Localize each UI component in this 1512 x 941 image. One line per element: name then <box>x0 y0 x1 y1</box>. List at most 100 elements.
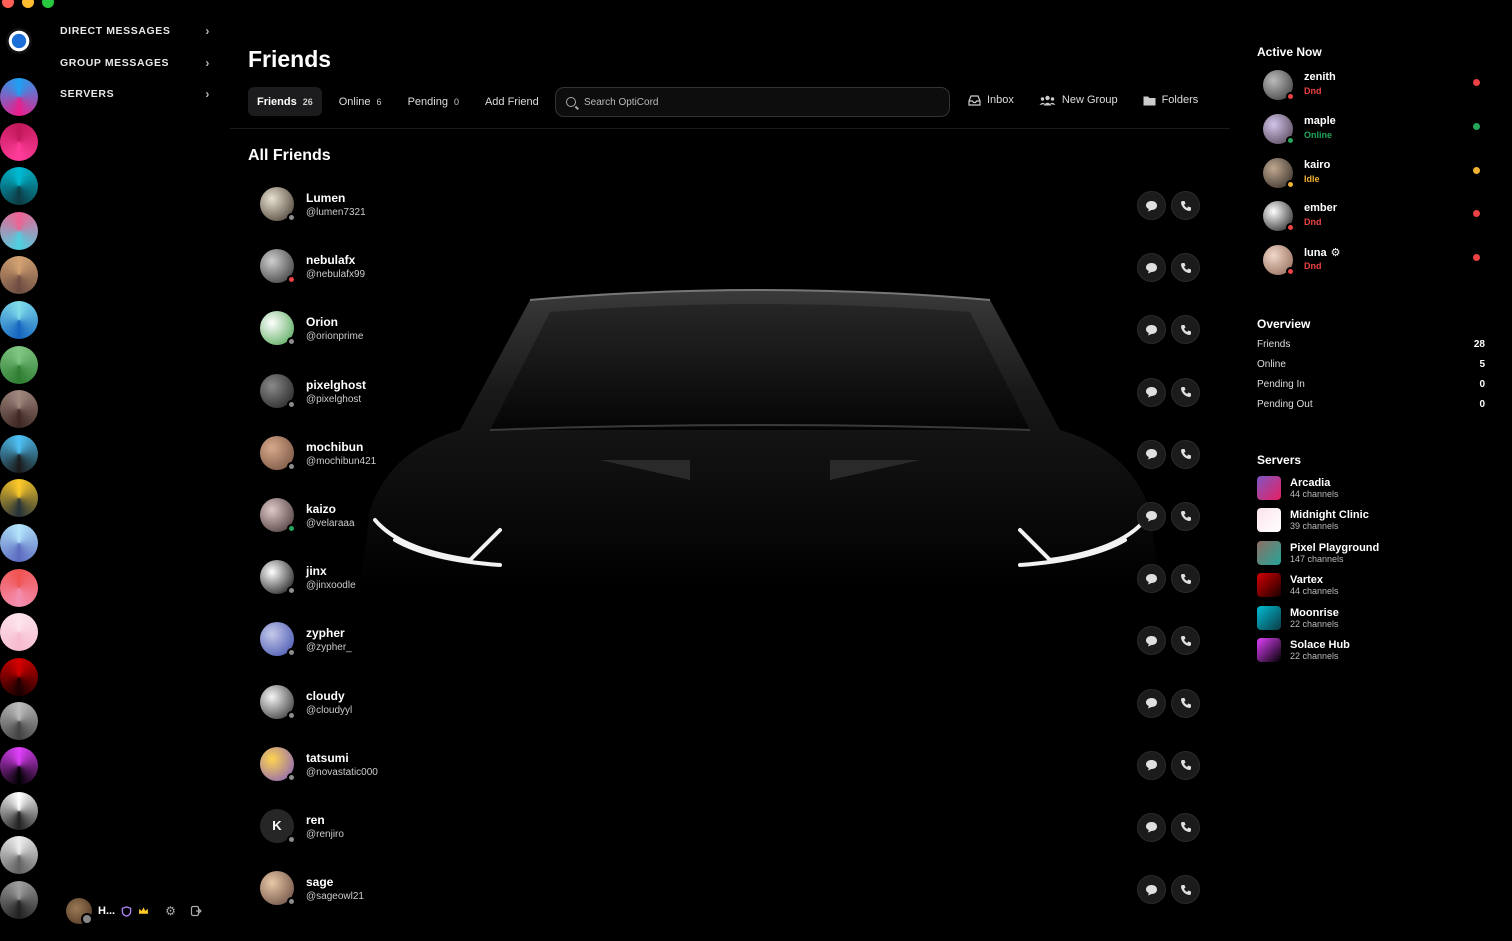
message-button[interactable] <box>1137 253 1166 283</box>
server-list-item[interactable]: Vartex 44 channels <box>1257 573 1487 601</box>
call-button[interactable] <box>1171 377 1200 407</box>
friend-avatar[interactable] <box>260 622 296 658</box>
gear-icon[interactable]: ⚙ <box>165 904 176 918</box>
server-icon[interactable] <box>0 211 38 250</box>
friend-row[interactable]: cloudy @cloudyyl <box>260 684 1200 747</box>
server-icon[interactable] <box>0 836 38 875</box>
call-button[interactable] <box>1171 315 1200 345</box>
message-button[interactable] <box>1137 812 1166 842</box>
close-window-button[interactable] <box>2 0 14 8</box>
server-icon[interactable] <box>0 524 38 562</box>
friend-row[interactable]: Kren @renjiro <box>260 808 1200 871</box>
server-icon[interactable] <box>0 479 38 518</box>
friend-row[interactable]: Orion @orionprime <box>260 311 1200 373</box>
tab-friends[interactable]: Friends 26 <box>248 87 322 116</box>
message-button[interactable] <box>1137 564 1166 594</box>
server-icon[interactable] <box>0 702 38 741</box>
server-list-item[interactable]: Solace Hub 22 channels <box>1257 638 1487 666</box>
server-icon[interactable] <box>0 345 38 384</box>
server-list-item[interactable]: Moonrise 22 channels <box>1257 605 1487 634</box>
friend-avatar[interactable] <box>260 187 296 222</box>
inbox-button[interactable]: Inbox <box>968 94 1014 106</box>
category-direct-messages[interactable]: DIRECT MESSAGES › <box>60 22 210 40</box>
server-icon[interactable] <box>0 122 38 161</box>
folders-button[interactable]: Folders <box>1143 94 1198 106</box>
server-icon[interactable] <box>0 568 38 607</box>
message-button[interactable] <box>1137 626 1166 656</box>
home-icon[interactable] <box>6 28 32 54</box>
friend-row[interactable]: tatsumi @novastatic000 <box>260 746 1200 809</box>
active-user-avatar[interactable] <box>1263 113 1295 145</box>
message-button[interactable] <box>1137 875 1166 905</box>
message-button[interactable] <box>1137 688 1166 718</box>
call-button[interactable] <box>1171 501 1200 531</box>
tab-add-friend[interactable]: Add Friend <box>476 87 548 116</box>
message-button[interactable] <box>1137 750 1166 780</box>
active-user[interactable]: ember Dnd <box>1263 201 1488 237</box>
active-user-avatar[interactable] <box>1263 157 1295 189</box>
category-group-messages[interactable]: GROUP MESSAGES › <box>60 54 210 72</box>
server-icon[interactable] <box>0 390 38 429</box>
friend-avatar[interactable] <box>260 746 296 782</box>
friend-avatar[interactable] <box>260 435 296 471</box>
message-button[interactable] <box>1137 377 1166 407</box>
friend-avatar[interactable] <box>260 684 296 720</box>
search-input[interactable] <box>584 96 924 108</box>
active-user-avatar[interactable] <box>1263 201 1295 233</box>
call-button[interactable] <box>1171 812 1200 842</box>
call-button[interactable] <box>1171 564 1200 594</box>
server-icon[interactable] <box>0 434 38 473</box>
user-avatar[interactable] <box>66 898 93 925</box>
active-user-avatar[interactable] <box>1263 245 1295 277</box>
server-list-item[interactable]: Midnight Clinic 39 channels <box>1257 508 1487 536</box>
friend-avatar[interactable] <box>260 497 296 533</box>
friend-avatar[interactable] <box>260 373 296 409</box>
friend-row[interactable]: kaizo @velaraaa <box>260 497 1200 560</box>
message-button[interactable] <box>1137 439 1166 469</box>
call-button[interactable] <box>1171 253 1200 283</box>
new-group-button[interactable]: New Group <box>1039 94 1118 106</box>
call-button[interactable] <box>1171 191 1200 220</box>
server-icon[interactable] <box>0 791 38 830</box>
friend-row[interactable]: mochibun @mochibun421 <box>260 435 1200 498</box>
friend-row[interactable]: Lumen @lumen7321 <box>260 187 1200 249</box>
minimize-window-button[interactable] <box>22 0 34 8</box>
message-button[interactable] <box>1137 191 1166 220</box>
tab-online[interactable]: Online 6 <box>330 87 391 116</box>
friend-avatar[interactable] <box>260 249 296 285</box>
server-icon[interactable] <box>0 301 38 339</box>
server-icon[interactable] <box>0 657 38 696</box>
logout-icon[interactable] <box>190 905 202 917</box>
zoom-window-button[interactable] <box>42 0 54 8</box>
server-icon[interactable] <box>0 613 38 652</box>
server-icon[interactable] <box>0 167 38 206</box>
server-list-item[interactable]: Arcadia 44 channels <box>1257 476 1487 504</box>
active-user-avatar[interactable] <box>1263 70 1295 101</box>
call-button[interactable] <box>1171 626 1200 656</box>
friend-avatar[interactable] <box>260 560 296 596</box>
friend-row[interactable]: sage @sageowl21 <box>260 871 1200 933</box>
friend-row[interactable]: pixelghost @pixelghost <box>260 373 1200 436</box>
friend-avatar[interactable]: K <box>260 808 296 844</box>
tab-pending[interactable]: Pending 0 <box>399 87 468 116</box>
call-button[interactable] <box>1171 875 1200 905</box>
server-icon[interactable] <box>0 78 38 116</box>
message-button[interactable] <box>1137 315 1166 345</box>
call-button[interactable] <box>1171 688 1200 718</box>
friend-row[interactable]: jinx @jinxoodle <box>260 560 1200 622</box>
active-user[interactable]: kairo Idle <box>1263 157 1488 194</box>
active-user[interactable]: maple Online <box>1263 113 1488 150</box>
category-servers[interactable]: SERVERS › <box>60 85 210 103</box>
call-button[interactable] <box>1171 439 1200 469</box>
server-list-item[interactable]: Pixel Playground 147 channels <box>1257 540 1487 569</box>
active-user[interactable]: luna ⚙ Dnd <box>1263 245 1488 281</box>
friend-avatar[interactable] <box>260 871 296 907</box>
friend-row[interactable]: nebulafx @nebulafx99 <box>260 249 1200 311</box>
server-icon[interactable] <box>0 880 38 919</box>
server-icon[interactable] <box>0 747 38 785</box>
message-button[interactable] <box>1137 501 1166 531</box>
call-button[interactable] <box>1171 750 1200 780</box>
friend-row[interactable]: zypher @zypher_ <box>260 622 1200 684</box>
server-icon[interactable] <box>0 256 38 295</box>
friend-avatar[interactable] <box>260 311 296 347</box>
